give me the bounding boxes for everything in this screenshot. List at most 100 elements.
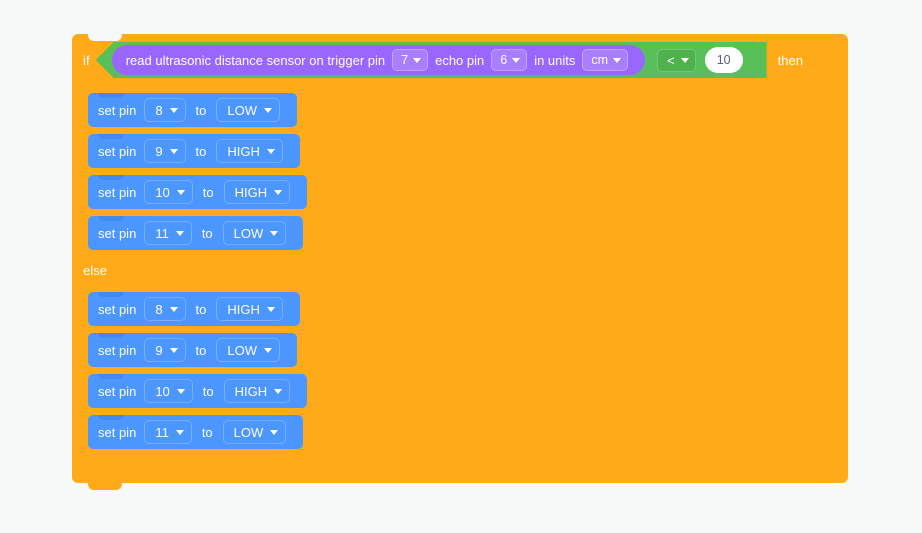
units-dropdown[interactable]: cm: [582, 49, 629, 71]
pin-state-dropdown[interactable]: LOW: [222, 420, 287, 444]
chevron-down-icon: [169, 306, 178, 312]
pin-state-value: LOW: [227, 102, 258, 118]
pin-number-value: 11: [155, 424, 169, 440]
operator-group: < 10: [645, 47, 743, 73]
chevron-down-icon: [169, 148, 178, 154]
comparison-operator-content: read ultrasonic distance sensor on trigg…: [101, 42, 767, 78]
pin-state-value: HIGH: [227, 301, 260, 317]
pin-state-dropdown[interactable]: LOW: [216, 338, 281, 362]
set-pin-block[interactable]: set pin 10 to HIGH: [88, 374, 308, 408]
pin-number-dropdown[interactable]: 9: [144, 139, 186, 163]
pin-state-dropdown[interactable]: HIGH: [216, 297, 283, 321]
set-pin-block[interactable]: set pin 11 to LOW: [88, 216, 304, 250]
then-keyword-label: then: [777, 52, 803, 68]
set-pin-label: set pin: [98, 383, 137, 399]
operator-symbol: <: [667, 52, 675, 68]
chevron-down-icon: [274, 189, 283, 195]
set-pin-label: set pin: [98, 225, 137, 241]
chevron-down-icon: [176, 388, 185, 394]
set-pin-block[interactable]: set pin 9 to HIGH: [88, 134, 300, 168]
set-pin-label: set pin: [98, 102, 137, 118]
pin-number-dropdown[interactable]: 8: [144, 297, 186, 321]
pin-state-dropdown[interactable]: LOW: [216, 98, 281, 122]
to-label: to: [195, 301, 207, 317]
chevron-down-icon: [264, 347, 273, 353]
block-notch: [98, 374, 124, 379]
pin-number-value: 9: [155, 342, 163, 358]
block-notch: [98, 93, 124, 98]
set-pin-block[interactable]: set pin 8 to LOW: [88, 93, 298, 127]
sensor-prefix-label: read ultrasonic distance sensor on trigg…: [125, 52, 386, 68]
if-branch-body[interactable]: set pin 8 to LOW set pin 9 to HIGH set p…: [72, 86, 848, 257]
ultrasonic-distance-sensor-block[interactable]: read ultrasonic distance sensor on trigg…: [111, 45, 646, 75]
set-pin-label: set pin: [98, 143, 137, 159]
set-pin-label: set pin: [98, 301, 137, 317]
pin-number-dropdown[interactable]: 8: [144, 98, 186, 122]
set-pin-block[interactable]: set pin 8 to HIGH: [88, 292, 300, 326]
to-label: to: [195, 102, 207, 118]
chevron-down-icon: [266, 148, 275, 154]
chevron-down-icon: [266, 306, 275, 312]
chevron-down-icon: [175, 429, 184, 435]
pin-state-value: LOW: [227, 342, 258, 358]
chevron-down-icon: [169, 347, 178, 353]
pin-state-dropdown[interactable]: LOW: [222, 221, 287, 245]
echo-pin-label: echo pin: [435, 52, 485, 68]
block-notch: [98, 333, 124, 338]
if-block-footer[interactable]: [72, 456, 848, 490]
else-branch-top-spacer: [88, 285, 848, 292]
pin-number-value: 10: [155, 383, 170, 399]
if-branch-top-spacer: [88, 86, 848, 93]
echo-pin-value: 6: [500, 52, 508, 67]
set-pin-label: set pin: [98, 184, 137, 200]
if-header-bar[interactable]: if read ultrasonic distance sensor on tr…: [72, 34, 848, 86]
chevron-down-icon: [175, 230, 184, 236]
block-notch: [98, 134, 124, 139]
pin-number-dropdown[interactable]: 9: [144, 338, 186, 362]
block-notch: [98, 415, 124, 420]
pin-number-dropdown[interactable]: 11: [144, 221, 192, 245]
block-notch: [98, 175, 124, 180]
to-label: to: [201, 225, 213, 241]
trigger-pin-dropdown[interactable]: 7: [392, 49, 429, 71]
operator-dropdown[interactable]: <: [657, 48, 696, 72]
units-label: in units: [534, 52, 576, 68]
if-branch-stack[interactable]: set pin 8 to LOW set pin 9 to HIGH set p…: [88, 93, 848, 250]
chevron-down-icon: [169, 107, 178, 113]
pin-number-dropdown[interactable]: 11: [144, 420, 192, 444]
compare-value-input[interactable]: 10: [704, 47, 743, 73]
chevron-down-icon: [176, 189, 185, 195]
pin-number-value: 11: [155, 225, 169, 241]
pin-state-value: HIGH: [234, 383, 268, 399]
to-label: to: [201, 424, 213, 440]
set-pin-block[interactable]: set pin 9 to LOW: [88, 333, 298, 367]
else-branch-stack[interactable]: set pin 8 to HIGH set pin 9 to LOW set p…: [88, 292, 848, 449]
echo-pin-dropdown[interactable]: 6: [491, 49, 528, 71]
if-else-block[interactable]: if read ultrasonic distance sensor on tr…: [72, 34, 848, 490]
set-pin-block[interactable]: set pin 11 to LOW: [88, 415, 304, 449]
block-notch: [98, 292, 124, 297]
pin-number-dropdown[interactable]: 10: [144, 379, 193, 403]
set-pin-label: set pin: [98, 342, 137, 358]
block-top-notch: [88, 34, 122, 41]
chevron-down-icon: [613, 57, 622, 63]
pin-state-dropdown[interactable]: HIGH: [223, 180, 291, 204]
else-keyword-label: else: [83, 263, 107, 278]
comparison-operator-block[interactable]: read ultrasonic distance sensor on trigg…: [95, 42, 767, 78]
set-pin-block[interactable]: set pin 10 to HIGH: [88, 175, 308, 209]
chevron-down-icon: [680, 57, 689, 63]
pin-number-dropdown[interactable]: 10: [144, 180, 193, 204]
if-keyword-label: if: [83, 52, 90, 68]
else-header-bar[interactable]: else: [72, 257, 848, 285]
to-label: to: [202, 383, 214, 399]
pin-state-dropdown[interactable]: HIGH: [216, 139, 283, 163]
pin-number-value: 8: [155, 102, 163, 118]
chevron-down-icon: [413, 57, 422, 63]
pin-state-dropdown[interactable]: HIGH: [223, 379, 291, 403]
to-label: to: [195, 143, 207, 159]
chevron-down-icon: [264, 107, 273, 113]
pin-state-value: HIGH: [234, 184, 268, 200]
else-branch-body[interactable]: set pin 8 to HIGH set pin 9 to LOW set p…: [72, 285, 848, 456]
if-branch-bottom-spacer: [88, 250, 848, 257]
blocks-workspace[interactable]: if read ultrasonic distance sensor on tr…: [0, 0, 922, 533]
